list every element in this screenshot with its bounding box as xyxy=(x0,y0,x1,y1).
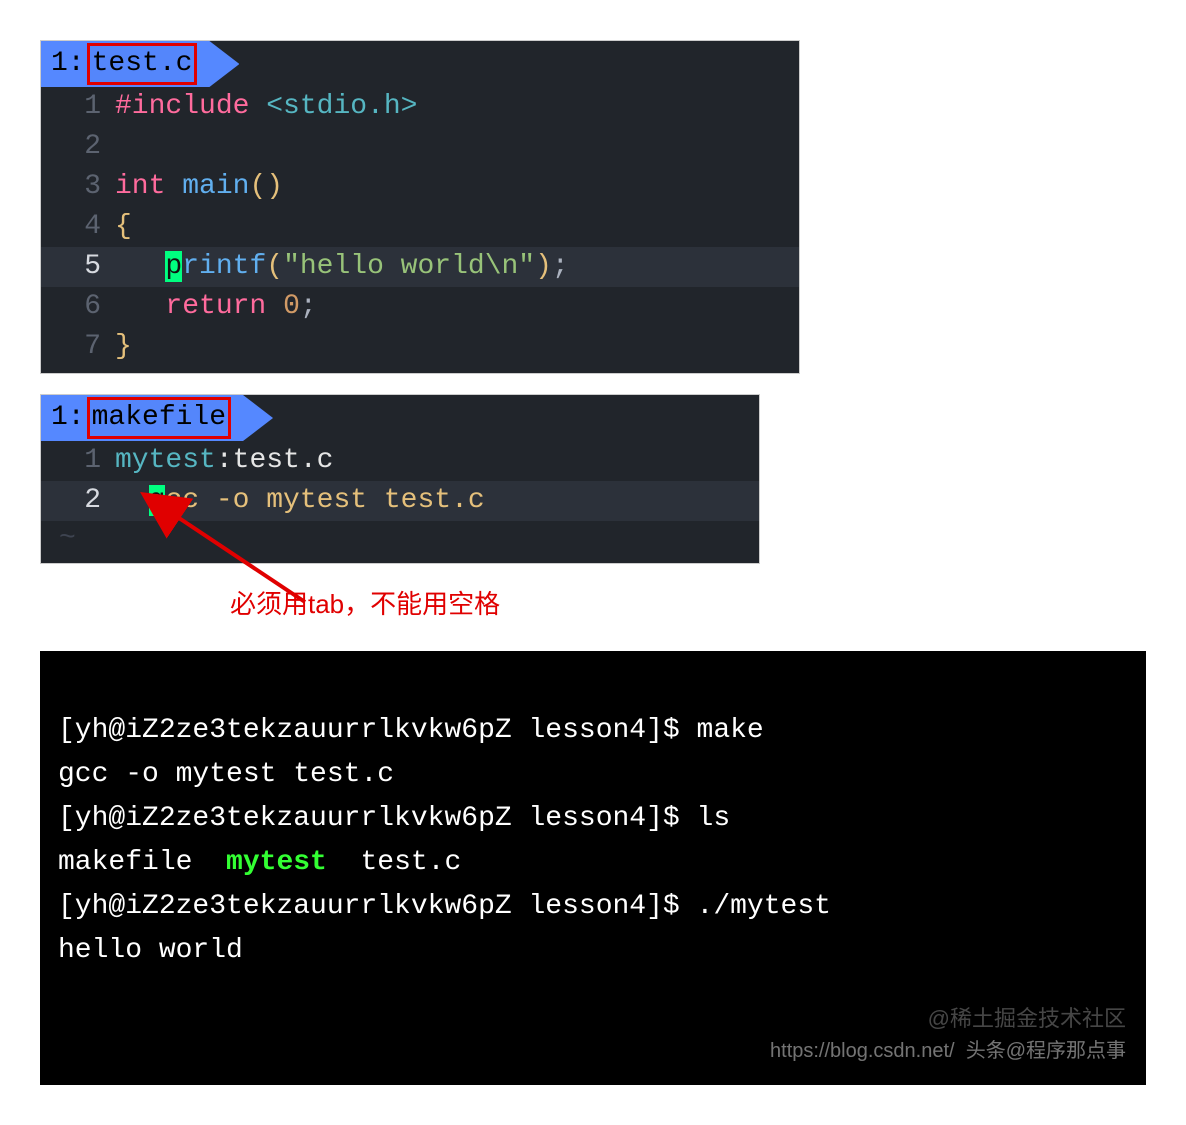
prompt: [yh@iZ2ze3tekzauurrlkvkw6pZ lesson4]$ xyxy=(58,803,697,834)
annotation-caption: 必须用tab，不能用空格 xyxy=(230,584,1146,621)
tab-row: 1: test.c xyxy=(41,41,799,87)
cursor: g xyxy=(149,485,166,516)
code-area[interactable]: 1 mytest:test.c 2 gcc -o mytest test.c ~ xyxy=(41,441,759,563)
line-number: 7 xyxy=(41,327,115,367)
command: ls xyxy=(697,803,731,834)
watermark: https://blog.csdn.net/ 头条@程序那点事 xyxy=(770,1029,1126,1073)
line-number: 1 xyxy=(41,87,115,127)
prompt: [yh@iZ2ze3tekzauurrlkvkw6pZ lesson4]$ xyxy=(58,891,697,922)
ls-executable: mytest xyxy=(226,847,327,878)
line-number: 4 xyxy=(41,207,115,247)
code-line: 4 { xyxy=(41,207,799,247)
tab-row: 1: makefile xyxy=(41,395,759,441)
tab-index: 1: xyxy=(51,400,85,436)
line-number: 2 xyxy=(41,481,115,521)
output: gcc -o mytest test.c xyxy=(58,759,394,790)
cursor: p xyxy=(165,251,182,282)
line-number: 1 xyxy=(41,441,115,481)
tab-filename: makefile xyxy=(92,402,226,433)
editor-test-c: 1: test.c 1 #include <stdio.h> 2 3 int m… xyxy=(40,40,800,374)
tab-filename: test.c xyxy=(92,48,193,79)
code-line-current: 2 gcc -o mytest test.c xyxy=(41,481,759,521)
code-line-current: 5 printf("hello world\n"); xyxy=(41,247,799,287)
output: hello world xyxy=(58,935,243,966)
command: make xyxy=(697,715,764,746)
line-number: 3 xyxy=(41,167,115,207)
command: ./mytest xyxy=(697,891,831,922)
line-number: 2 xyxy=(41,127,115,167)
line-number: 5 xyxy=(41,247,115,287)
code-line: 7 } xyxy=(41,327,799,367)
tilde-empty-line: ~ xyxy=(41,521,759,557)
prompt: [yh@iZ2ze3tekzauurrlkvkw6pZ lesson4]$ xyxy=(58,715,697,746)
tab-index: 1: xyxy=(51,46,85,82)
code-line: 2 xyxy=(41,127,799,167)
ls-output: test.c xyxy=(327,847,461,878)
filename-highlight: test.c xyxy=(87,43,198,85)
ls-output: makefile xyxy=(58,847,226,878)
editor-makefile: 1: makefile 1 mytest:test.c 2 gcc -o myt… xyxy=(40,394,760,564)
code-line: 1 mytest:test.c xyxy=(41,441,759,481)
code-line: 1 #include <stdio.h> xyxy=(41,87,799,127)
code-area[interactable]: 1 #include <stdio.h> 2 3 int main() 4 { … xyxy=(41,87,799,373)
terminal[interactable]: [yh@iZ2ze3tekzauurrlkvkw6pZ lesson4]$ ma… xyxy=(40,651,1146,1085)
filename-highlight: makefile xyxy=(87,397,231,439)
code-line: 3 int main() xyxy=(41,167,799,207)
tab-makefile[interactable]: 1: makefile xyxy=(41,395,273,441)
tab-test-c[interactable]: 1: test.c xyxy=(41,41,239,87)
code-line: 6 return 0; xyxy=(41,287,799,327)
line-number: 6 xyxy=(41,287,115,327)
